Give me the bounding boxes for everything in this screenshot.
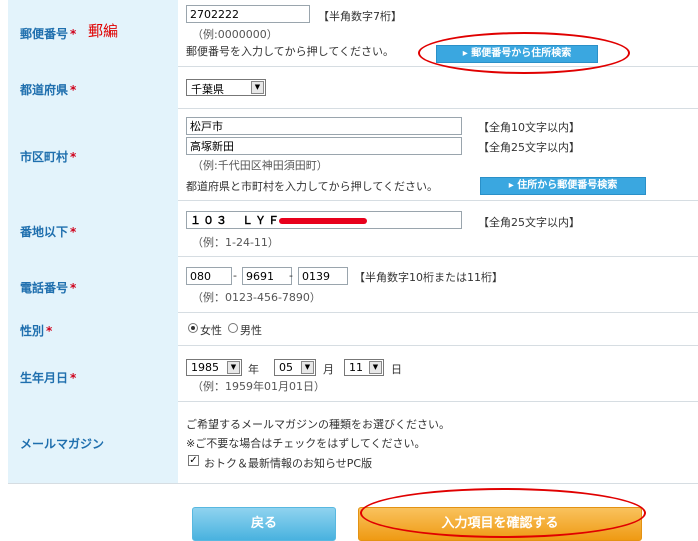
city-hint: （例:千代田区神田須田町） <box>192 159 328 172</box>
postal-annotation: 郵編 <box>88 22 119 40</box>
annotation-circle-postal-search <box>418 32 630 74</box>
birthday-label: 生年月日 <box>20 371 69 385</box>
gender-label: 性別 <box>20 324 45 338</box>
magazine-optout-note: ※ご不要な場合はチェックをはずしてください。 <box>186 437 426 450</box>
phone-part1-input[interactable] <box>186 267 232 285</box>
city-label-cell: 市区町村 * <box>8 108 178 200</box>
phone-hint: （例：0123-456-7890） <box>192 291 321 304</box>
birth-year-value: 1985 <box>191 361 219 374</box>
gender-female-radio[interactable] <box>188 323 198 333</box>
street-row: 番地以下* 【全角25文字以内】 （例：1-24-11） <box>8 200 698 257</box>
street-label-cell: 番地以下 * <box>8 200 178 256</box>
back-button[interactable]: 戻る <box>192 507 336 541</box>
postal-instruction: 郵便番号を入力してから押してください。 <box>186 45 395 58</box>
gender-male-label[interactable]: 男性 <box>240 322 262 338</box>
birthday-hint: （例：1959年01月01日） <box>192 380 325 393</box>
day-unit: 日 <box>391 363 402 376</box>
gender-male-radio[interactable] <box>228 323 238 333</box>
birthday-row: 生年月日 * 1985 ▼ 年 05 ▼ 月 11 ▼ 日 （例：1959年01月… <box>8 345 698 402</box>
required-mark: * <box>70 83 77 97</box>
postal-format-note: 【半角数字7桁】 <box>318 10 402 23</box>
city-input[interactable] <box>186 117 462 135</box>
phone-part2-input[interactable] <box>242 267 292 285</box>
magazine-description: ご希望するメールマガジンの種類をお選びください。 <box>186 418 450 431</box>
city-note: 【全角10文字以内】 <box>478 121 580 134</box>
street-label: 番地以下 <box>20 225 69 239</box>
phone-separator: - <box>289 269 293 282</box>
required-mark: * <box>70 150 77 164</box>
prefecture-label: 都道府県 <box>20 83 69 97</box>
phone-separator: - <box>233 269 237 282</box>
street-note: 【全角25文字以内】 <box>478 216 580 229</box>
month-unit: 月 <box>323 363 334 376</box>
phone-label: 電話番号 <box>20 281 69 295</box>
chevron-down-icon: ▼ <box>301 361 314 374</box>
magazine-label: メールマガジン <box>20 437 105 451</box>
chevron-down-icon: ▼ <box>251 81 264 94</box>
street-hint: （例：1-24-11） <box>192 236 279 249</box>
birth-day-value: 11 <box>349 361 363 374</box>
required-mark: * <box>46 324 53 338</box>
chevron-down-icon: ▼ <box>369 361 382 374</box>
prefecture-row: 都道府県 * 千葉県 ▼ <box>8 66 698 109</box>
birth-year-select[interactable]: 1985 ▼ <box>186 359 242 376</box>
prefecture-select[interactable]: 千葉県 ▼ <box>186 79 266 96</box>
birthday-label-cell: 生年月日 * <box>8 345 178 401</box>
annotation-circle-confirm <box>360 488 646 538</box>
town-input[interactable] <box>186 137 462 155</box>
city-row: 市区町村* 【全角10文字以内】 【全角25文字以内】 （例:千代田区神田須田町… <box>8 108 698 201</box>
redaction-scribble <box>279 218 367 224</box>
postal-code-input[interactable] <box>186 5 310 23</box>
phone-part3-input[interactable] <box>298 267 348 285</box>
postal-label-cell: 郵便番号 * 郵編 <box>8 0 178 66</box>
phone-row: 電話番号* - - 【半角数字10桁または11桁】 （例：0123-456-78… <box>8 256 698 313</box>
town-note: 【全角25文字以内】 <box>478 141 580 154</box>
postal-label: 郵便番号 <box>20 27 69 41</box>
magazine-checkbox-label[interactable]: おトク＆最新情報のお知らせPC版 <box>204 455 372 471</box>
phone-label-cell: 電話番号 * <box>8 256 178 312</box>
postal-hint: （例:0000000） <box>192 28 278 41</box>
gender-row: 性別 * 女性 男性 <box>8 312 698 346</box>
magazine-row: メールマガジン ご希望するメールマガジンの種類をお選びください。 ※ご不要な場合… <box>8 401 698 484</box>
city-label: 市区町村 <box>20 150 69 164</box>
required-mark: * <box>70 27 77 41</box>
year-unit: 年 <box>248 363 259 376</box>
phone-note: 【半角数字10桁または11桁】 <box>354 271 503 284</box>
chevron-down-icon: ▼ <box>227 361 240 374</box>
street-input-wrap <box>186 211 462 229</box>
gender-label-cell: 性別 * <box>8 312 178 345</box>
prefecture-label-cell: 都道府県 * <box>8 66 178 108</box>
birth-month-value: 05 <box>279 361 293 374</box>
required-mark: * <box>70 371 77 385</box>
birth-month-select[interactable]: 05 ▼ <box>274 359 316 376</box>
required-mark: * <box>70 225 77 239</box>
prefecture-value: 千葉県 <box>191 83 224 96</box>
address-search-button[interactable]: ▸ 住所から郵便番号検索 <box>480 177 646 195</box>
magazine-checkbox[interactable]: ✓ <box>188 455 199 466</box>
required-mark: * <box>70 281 77 295</box>
city-instruction: 都道府県と市町村を入力してから押してください。 <box>186 180 439 193</box>
birth-day-select[interactable]: 11 ▼ <box>344 359 384 376</box>
magazine-label-cell: メールマガジン <box>8 401 178 483</box>
gender-female-label[interactable]: 女性 <box>200 322 222 338</box>
